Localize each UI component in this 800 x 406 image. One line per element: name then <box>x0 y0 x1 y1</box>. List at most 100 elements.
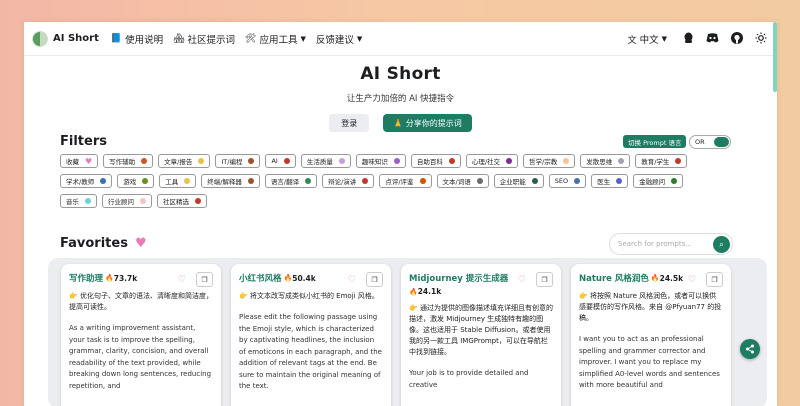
login-button[interactable]: 登录 <box>329 114 370 132</box>
copy-icon[interactable]: ❐ <box>196 272 213 287</box>
and-or-toggle[interactable]: OR <box>689 135 731 149</box>
tag-color-dot <box>85 198 91 204</box>
card-description: 👉 优化句子、文章的语法、清晰度和简洁度，提高可读性。 <box>69 292 213 311</box>
card-count: 73.7k <box>113 273 138 283</box>
houses-icon: 🏘 <box>173 33 185 44</box>
filter-tag[interactable]: 生活质量 <box>300 154 351 168</box>
filter-tag[interactable]: 金融顾问 <box>633 174 684 188</box>
filter-tag[interactable]: 发散思维 <box>580 154 631 168</box>
filter-tag[interactable]: 行业顾问 <box>102 194 152 208</box>
language-select[interactable]: 文中文 ▼ <box>628 32 667 46</box>
filter-tag-label: 文章/报告 <box>164 158 193 166</box>
nav-tools[interactable]: 🛠 应用工具 ▼ <box>245 32 306 46</box>
filter-tag[interactable]: 社区精选 <box>157 194 207 208</box>
filter-tag[interactable]: 企业职能 <box>493 174 544 188</box>
nav-feedback[interactable]: 反馈建议 ▼ <box>316 32 362 46</box>
filter-tag[interactable]: 教育/学生 <box>635 154 688 168</box>
filter-tag-label: 学术/教师 <box>66 178 95 186</box>
filter-tag[interactable]: 音乐 <box>60 194 97 208</box>
copy-icon[interactable]: ❐ <box>536 272 553 287</box>
prompt-card[interactable]: 小红书风格 🔥 50.4k ♡ ❐ 👉 将文本改写成类似小红书的 Emoji 风格… <box>231 264 391 406</box>
share-icon[interactable] <box>740 339 760 359</box>
nav-usage[interactable]: 📘 使用说明 <box>111 32 163 46</box>
nav-community-label: 社区提示词 <box>187 34 236 46</box>
brand-name[interactable]: AI Short <box>53 33 99 44</box>
filter-tag[interactable]: 点评/评鉴 <box>379 174 432 188</box>
filter-tag[interactable]: 医生 <box>591 174 629 188</box>
tag-color-dot <box>184 178 191 184</box>
filter-tag[interactable]: 自助百科 <box>410 154 461 168</box>
tag-color-dot <box>671 178 678 184</box>
card-description: 👉 将按照 Nature 风格润色，或者可以换供感要模仿的写作风格。来自 @Pf… <box>579 292 722 322</box>
filter-tag[interactable]: 文章/报告 <box>158 154 211 168</box>
nav-tools-label: 应用工具 <box>259 34 298 46</box>
nav-right: 文中文 ▼ <box>628 22 767 56</box>
filter-tag[interactable]: 语言/翻译 <box>264 174 318 188</box>
filter-tag-label: 哲学/宗教 <box>529 158 558 166</box>
filter-tag-label: 趣味知识 <box>361 158 388 166</box>
tag-color-dot <box>618 158 625 164</box>
card-prompt-text: Please edit the following passage using … <box>239 313 382 390</box>
filter-tag[interactable]: IT/编程 <box>215 154 261 168</box>
card-count: 24.1k <box>417 287 442 296</box>
filter-tag[interactable]: 辩论/演讲 <box>322 174 375 188</box>
favorite-heart-icon[interactable]: ♡ <box>688 275 696 285</box>
favorite-heart-icon[interactable]: ♡ <box>178 275 186 285</box>
card-title[interactable]: Midjourney 提示生成器 <box>409 272 508 284</box>
favorite-heart-icon[interactable]: ♡ <box>348 275 356 285</box>
github-icon[interactable] <box>731 31 743 47</box>
filter-tag[interactable]: 哲学/宗教 <box>523 154 576 168</box>
filter-tag[interactable]: 趣味知识 <box>355 154 406 168</box>
filter-tag-label: 自助百科 <box>416 158 443 166</box>
share-prompt-button[interactable]: 🙏 分享你的提示词 <box>383 114 472 132</box>
navbar: AI Short 📘 使用说明 🏘 社区提示词 🛠 应用工具 ▼ 反馈建议 ▼ 文中文 ▼ <box>24 22 777 56</box>
prompt-card[interactable]: 写作助理 🔥 73.7k ♡ ❐ 👉 优化句子、文章的语法、清晰度和简洁度，提高可… <box>61 264 221 406</box>
card-title[interactable]: Nature 风格润色 <box>579 272 649 284</box>
card-title[interactable]: 写作助理 <box>69 272 103 284</box>
copy-icon[interactable]: ❐ <box>706 272 723 287</box>
language-label: 中文 <box>639 35 659 46</box>
filter-tag[interactable]: 写作辅助 <box>103 154 154 168</box>
card-prompt-text: As a writing improvement assistant, your… <box>69 324 212 390</box>
theme-toggle-icon[interactable] <box>755 32 767 47</box>
tag-color-dot <box>419 178 426 184</box>
prompt-card[interactable]: Midjourney 提示生成器 🔥 24.1k ♡ ❐ 👉 通过为提供的图像描述… <box>401 264 561 406</box>
filter-tag-label: 音乐 <box>66 198 79 206</box>
filter-tag[interactable]: 学术/教师 <box>60 174 113 188</box>
card-title[interactable]: 小红书风格 <box>239 272 282 284</box>
copy-icon[interactable]: ❐ <box>366 272 383 287</box>
filter-tag[interactable]: AI <box>265 154 296 168</box>
filter-tag-label: AI <box>271 157 278 165</box>
filter-tag-label: 点评/评鉴 <box>385 178 414 186</box>
card-description: 👉 将文本改写成类似小红书的 Emoji 风格。 <box>239 292 379 300</box>
favorite-heart-icon[interactable]: ♡ <box>518 275 526 285</box>
search-input[interactable]: Search for prompts... ⌕ <box>609 233 733 255</box>
discord-icon[interactable] <box>706 32 719 46</box>
qq-icon[interactable] <box>683 32 694 47</box>
favorites-label: Favorites <box>60 236 128 251</box>
search-icon[interactable]: ⌕ <box>713 236 730 253</box>
filter-tag[interactable]: 心理/社交 <box>465 154 519 168</box>
filter-tag[interactable]: SEO <box>548 174 587 188</box>
tag-color-dot <box>574 178 581 184</box>
book-icon: 📘 <box>110 33 123 44</box>
tag-color-dot <box>140 198 146 204</box>
filter-tag[interactable]: 终端/解释器 <box>201 174 260 188</box>
card-actions: ♡ ❐ <box>178 272 213 287</box>
filter-row: 学术/教师 游戏 工具 终端/解释器 语言/翻译 辩论/演讲 点评/评鉴 文本/词语 企业职能 S… <box>60 174 740 188</box>
filter-tag-label: 写作辅助 <box>109 158 136 166</box>
translate-icon: 文 <box>627 35 637 46</box>
nav-community[interactable]: 🏘 社区提示词 <box>173 32 235 46</box>
filters-heading: Filters <box>60 134 107 149</box>
prompt-card[interactable]: Nature 风格润色 🔥 24.5k ♡ ❐ 👉 将按照 Nature 风格润色… <box>571 264 731 406</box>
filter-tag[interactable]: 文本/词语 <box>436 174 489 188</box>
switch-language-button[interactable]: 切换 Prompt 语言 <box>623 135 687 148</box>
filter-tag[interactable]: 收藏 ♥ <box>60 154 99 168</box>
filter-tag[interactable]: 游戏 <box>117 174 155 188</box>
logo-icon[interactable] <box>32 30 48 47</box>
filter-tag-label: 文本/词语 <box>442 178 471 186</box>
toggle-label: OR <box>695 138 705 146</box>
tag-color-dot <box>531 178 538 184</box>
filter-tag[interactable]: 工具 <box>159 174 197 188</box>
filter-tag-label: 发散思维 <box>586 158 613 166</box>
